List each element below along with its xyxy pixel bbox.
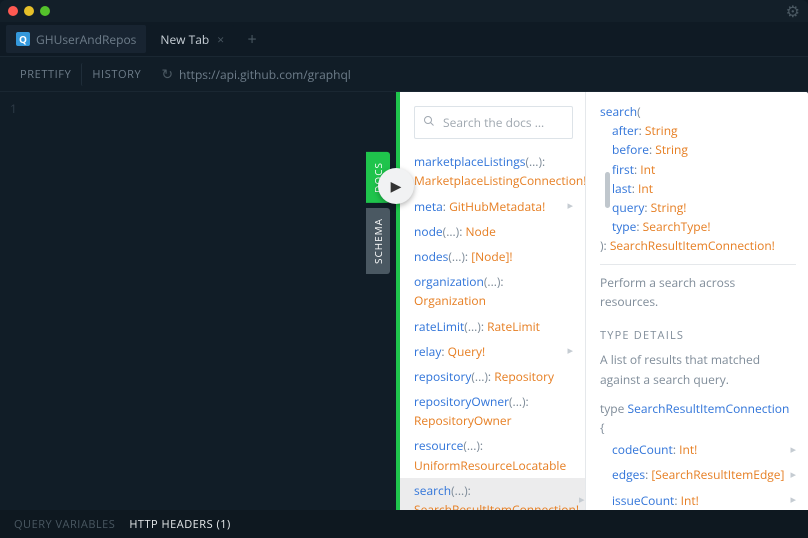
- type-declaration: type SearchResultItemConnection {: [600, 399, 796, 437]
- docs-col-query: Search the docs ... marketplaceListings(…: [400, 92, 586, 510]
- type-field-row[interactable]: edges: [SearchResultItemEdge]▸: [612, 462, 796, 487]
- field-row-resource[interactable]: resource(...): UniformResourceLocatable: [414, 433, 573, 477]
- field-name: node: [414, 223, 443, 240]
- field-signature: search( after: Stringbefore: Stringfirst…: [600, 102, 796, 256]
- settings-gear-icon[interactable]: ⚙: [786, 0, 800, 22]
- return-type[interactable]: SearchResultItemConnection!: [610, 237, 775, 254]
- tab-ghuserandrepos[interactable]: Q GHUserAndRepos: [6, 25, 146, 53]
- field-type: UniformResourceLocatable: [414, 457, 566, 474]
- field-name: repositoryOwner: [414, 393, 509, 410]
- schema-tab[interactable]: SCHEMA: [366, 208, 390, 274]
- field-name: meta: [414, 198, 443, 215]
- field-type: [Node]!: [471, 248, 512, 265]
- history-button[interactable]: HISTORY: [81, 63, 151, 86]
- field-name: rateLimit: [414, 318, 464, 335]
- http-headers-tab[interactable]: HTTP HEADERS (1): [129, 517, 230, 532]
- field-type: Repository: [494, 368, 554, 385]
- field-name: marketplaceListings: [414, 153, 525, 170]
- arg-row: before: String: [612, 140, 796, 159]
- field-name: organization: [414, 273, 484, 290]
- endpoint-url[interactable]: https://api.github.com/graphql: [179, 66, 351, 83]
- field-row-nodes[interactable]: nodes(...): [Node]!: [414, 244, 573, 269]
- field-args: (...):: [443, 223, 466, 240]
- toolbar: PRETTIFY HISTORY ↻ https://api.github.co…: [0, 56, 808, 92]
- tab-label: GHUserAndRepos: [36, 31, 136, 48]
- search-docs-input[interactable]: Search the docs ...: [414, 106, 573, 139]
- field-name: resource: [414, 437, 463, 454]
- field-row-organization[interactable]: organization(...): Organization: [414, 269, 573, 313]
- tab-bar: Q GHUserAndRepos New Tab × +: [0, 22, 808, 56]
- field-row-repositoryOwner[interactable]: repositoryOwner(...): RepositoryOwner: [414, 389, 573, 433]
- field-type: Organization: [414, 292, 486, 309]
- field-type: SearchResultItemConnection!: [414, 501, 579, 510]
- search-icon: [423, 113, 435, 132]
- close-icon[interactable]: [8, 6, 18, 16]
- tab-label: New Tab: [160, 31, 209, 48]
- type-field-row[interactable]: codeCount: Int!▸: [612, 437, 796, 462]
- maximize-icon[interactable]: [40, 6, 50, 16]
- field-row-repository[interactable]: repository(...): Repository: [414, 364, 573, 389]
- scrollbar-thumb[interactable]: [605, 172, 610, 208]
- field-type: GitHubMetadata!: [449, 198, 545, 215]
- prettify-button[interactable]: PRETTIFY: [10, 63, 81, 86]
- type-field-row[interactable]: issueCount: Int!▸: [612, 488, 796, 510]
- field-args: (...):: [525, 153, 545, 170]
- field-args: (...):: [509, 393, 529, 410]
- docs-panel: DOCS SCHEMA Search the docs ... marketpl…: [396, 92, 808, 510]
- query-variables-tab[interactable]: QUERY VARIABLES: [14, 517, 115, 532]
- field-type: Query!: [448, 343, 486, 360]
- arg-row: first: Int: [612, 160, 796, 179]
- field-type: MarketplaceListingConnection!: [414, 172, 586, 189]
- field-row-marketplaceListings[interactable]: marketplaceListings(...): MarketplaceLis…: [414, 149, 573, 193]
- window-chrome: ⚙: [0, 0, 808, 22]
- field-row-meta[interactable]: meta: GitHubMetadata!▸: [414, 194, 573, 219]
- execute-button[interactable]: ▶: [378, 168, 414, 204]
- query-editor[interactable]: 1 ▶: [0, 92, 396, 510]
- field-row-relay[interactable]: relay: Query!▸: [414, 339, 573, 364]
- arg-row: last: Int: [612, 179, 796, 198]
- traffic-lights: [8, 6, 50, 16]
- workspace: 1 ▶ DOCS SCHEMA Search the docs ... mark…: [0, 92, 808, 510]
- add-tab-button[interactable]: +: [238, 25, 266, 53]
- field-row-search[interactable]: search(...): SearchResultItemConnection!…: [400, 478, 585, 510]
- field-args: (...):: [464, 318, 487, 335]
- field-name: relay: [414, 343, 441, 360]
- bottom-bar: QUERY VARIABLES HTTP HEADERS (1): [0, 510, 808, 538]
- field-name: search: [414, 482, 451, 499]
- field-name: search: [600, 103, 637, 120]
- chevron-right-icon: ▸: [567, 342, 573, 360]
- tab-new-tab[interactable]: New Tab ×: [150, 25, 234, 53]
- field-args: (...):: [448, 248, 471, 265]
- type-details-heading: TYPE DETAILS: [600, 327, 796, 345]
- field-args: (...):: [484, 273, 504, 290]
- arg-row: after: String: [612, 121, 796, 140]
- arg-row: query: String!: [612, 198, 796, 217]
- chevron-right-icon: ▸: [790, 466, 796, 484]
- field-type: RateLimit: [487, 318, 540, 335]
- field-args: (...):: [471, 368, 494, 385]
- field-args: (...):: [463, 437, 483, 454]
- field-row-node[interactable]: node(...): Node: [414, 219, 573, 244]
- field-args: (...):: [451, 482, 471, 499]
- type-description: A list of results that matched against a…: [600, 350, 796, 388]
- search-placeholder: Search the docs ...: [443, 113, 544, 132]
- field-type: RepositoryOwner: [414, 412, 512, 429]
- chevron-right-icon: ▸: [790, 491, 796, 509]
- chevron-right-icon: ▸: [579, 491, 585, 509]
- arg-row: type: SearchType!: [612, 217, 796, 236]
- line-number: 1: [10, 100, 17, 117]
- chevron-right-icon: ▸: [567, 197, 573, 215]
- field-name: repository: [414, 368, 471, 385]
- query-icon: Q: [16, 32, 30, 46]
- docs-col-detail: search( after: Stringbefore: Stringfirst…: [586, 92, 808, 510]
- field-name: nodes: [414, 248, 448, 265]
- reload-icon[interactable]: ↻: [161, 65, 173, 84]
- field-type: Node: [465, 223, 495, 240]
- minimize-icon[interactable]: [24, 6, 34, 16]
- type-name[interactable]: SearchResultItemConnection: [628, 400, 790, 417]
- field-row-rateLimit[interactable]: rateLimit(...): RateLimit: [414, 314, 573, 339]
- close-tab-icon[interactable]: ×: [217, 31, 224, 48]
- chevron-right-icon: ▸: [790, 441, 796, 459]
- field-description: Perform a search across resources.: [600, 273, 796, 311]
